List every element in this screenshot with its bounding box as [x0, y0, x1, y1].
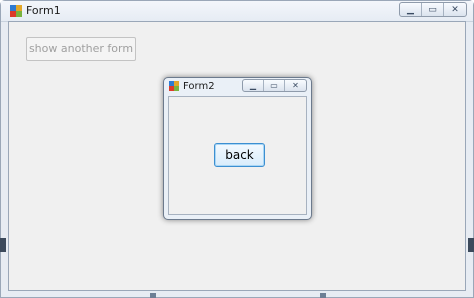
form2-title: Form2: [183, 81, 215, 92]
form1-titlebar[interactable]: Form1 ▁ ▭ ✕: [1, 1, 473, 22]
back-button[interactable]: back: [214, 143, 265, 167]
bottom-edge-tick: [150, 293, 156, 298]
maximize-icon[interactable]: ▭: [264, 80, 285, 91]
form1-window-controls: ▁ ▭ ✕: [399, 2, 467, 17]
form2-window-controls: ▁ ▭ ✕: [242, 79, 307, 92]
minimize-icon[interactable]: ▁: [243, 80, 264, 91]
form2-window[interactable]: Form2 ▁ ▭ ✕ back: [163, 77, 312, 220]
form2-client-area: back: [168, 96, 307, 215]
bottom-edge-tick: [320, 293, 326, 298]
maximize-icon[interactable]: ▭: [422, 3, 444, 16]
app-icon: [10, 5, 22, 17]
minimize-icon[interactable]: ▁: [400, 3, 422, 16]
screen-edge-left: [0, 238, 6, 252]
close-icon[interactable]: ✕: [444, 3, 466, 16]
app-icon: [169, 81, 179, 91]
show-another-form-button[interactable]: show another form: [26, 37, 136, 61]
screen-edge-right: [468, 238, 474, 252]
form1-title: Form1: [26, 4, 61, 17]
close-icon[interactable]: ✕: [285, 80, 306, 91]
